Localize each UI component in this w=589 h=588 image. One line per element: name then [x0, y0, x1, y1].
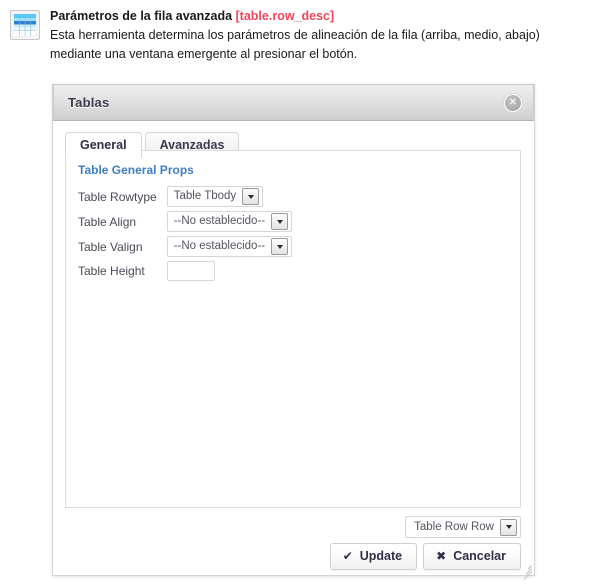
close-icon[interactable]: ✕	[504, 93, 522, 112]
general-tab-panel: Table General Props Table Rowtype Table …	[65, 150, 521, 508]
dialog-titlebar: Tablas ✕	[53, 84, 534, 121]
tool-help-description: Esta herramienta determina los parámetro…	[50, 28, 540, 61]
update-button[interactable]: ✔ Update	[329, 543, 418, 570]
form-row-rowtype: Table Rowtype Table Tbody	[78, 184, 292, 209]
tab-general-label: General	[80, 138, 127, 152]
form-row-height: Table Height	[78, 259, 292, 283]
table-align-select[interactable]: --No establecido--	[166, 211, 293, 232]
scope-select-wrapper: Table Row Row	[405, 516, 521, 538]
cross-icon: ✖	[436, 549, 447, 563]
tool-help-key: [table.row_desc]	[235, 9, 335, 23]
field-table-height	[166, 259, 292, 283]
dialog-title: Tablas	[68, 95, 110, 110]
field-table-align: --No establecido--	[166, 209, 293, 234]
close-icon-glyph: ✕	[508, 96, 518, 108]
tab-general[interactable]: General	[65, 132, 142, 158]
general-props-form: Table Rowtype Table Tbody Table Align --…	[78, 184, 293, 283]
tool-help-title: Parámetros de la fila avanzada [table.ro…	[50, 8, 579, 25]
field-table-rowtype: Table Tbody	[166, 184, 292, 209]
form-row-valign: Table Valign --No establecido--	[78, 234, 293, 259]
dialog-footer: Table Row Row ✔ Update ✖ Cancelar	[65, 516, 521, 570]
resize-grip-icon[interactable]	[520, 561, 532, 580]
cancel-button[interactable]: ✖ Cancelar	[423, 543, 521, 570]
label-table-align: Table Align	[78, 214, 137, 229]
tables-dialog: Tablas ✕ General Avanzadas Table General…	[52, 84, 535, 580]
form-row-align: Table Align --No establecido--	[78, 209, 293, 234]
tool-help-text: Parámetros de la fila avanzada [table.ro…	[44, 8, 579, 64]
tool-help-block: Parámetros de la fila avanzada [table.ro…	[0, 0, 589, 64]
field-table-valign: --No establecido--	[166, 234, 293, 259]
panel-heading: Table General Props	[78, 163, 194, 177]
table-valign-value: --No establecido--	[173, 240, 266, 252]
scope-select-value: Table Row Row	[414, 520, 494, 533]
dialog-button-row: ✔ Update ✖ Cancelar	[329, 543, 521, 570]
table-row-properties-icon	[10, 10, 40, 40]
tool-icon-wrapper	[10, 8, 44, 40]
chevron-down-icon	[271, 238, 289, 255]
label-table-height: Table Height	[78, 264, 145, 278]
label-table-valign: Table Valign	[78, 239, 143, 254]
table-valign-select[interactable]: --No establecido--	[166, 236, 293, 257]
scope-select[interactable]: Table Row Row	[405, 516, 521, 538]
table-rowtype-value: Table Tbody	[173, 190, 237, 202]
table-align-value: --No establecido--	[173, 215, 266, 227]
chevron-down-icon	[242, 188, 260, 205]
check-icon: ✔	[342, 549, 353, 563]
cancel-button-label: Cancelar	[453, 549, 506, 563]
table-height-input[interactable]	[166, 261, 215, 281]
table-rowtype-select[interactable]: Table Tbody	[166, 186, 264, 207]
label-table-rowtype: Table Rowtype	[78, 189, 157, 204]
chevron-down-icon	[500, 518, 517, 536]
chevron-down-icon	[271, 213, 289, 230]
update-button-label: Update	[359, 549, 403, 563]
tool-help-title-text: Parámetros de la fila avanzada	[50, 9, 233, 23]
